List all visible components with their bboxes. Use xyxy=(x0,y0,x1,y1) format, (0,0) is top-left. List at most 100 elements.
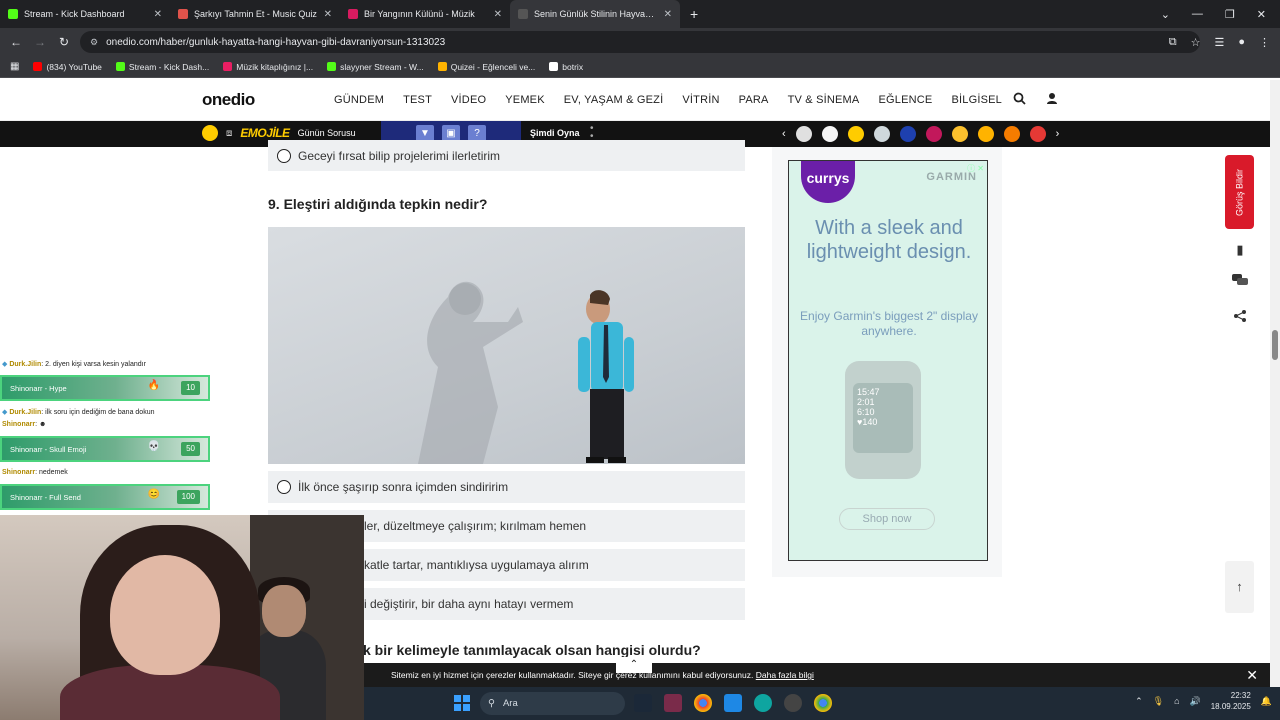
chrome-icon[interactable] xyxy=(694,694,712,712)
kick-icon xyxy=(115,62,125,71)
nav-gundem[interactable]: GÜNDEM xyxy=(334,94,384,106)
answer-option[interactable]: Geceyi fırsat bilip projelerimi ilerleti… xyxy=(268,140,745,171)
capcut-icon[interactable] xyxy=(664,694,682,712)
bookmark-item[interactable]: Quizei - Eğlenceli ve... xyxy=(437,62,535,72)
browser-tab[interactable]: Şarkıyı Tahmin Et - Music Quiz ✕ xyxy=(170,0,340,28)
category-icon[interactable] xyxy=(873,126,890,142)
emojile-logo[interactable]: EMOJİLE xyxy=(240,126,290,140)
nav-para[interactable]: PARA xyxy=(739,94,769,106)
scrollbar[interactable] xyxy=(1270,80,1280,690)
bookmarks-bar: ▦ (834) YouTube Stream - Kick Dash... Mü… xyxy=(0,56,1280,78)
category-icon[interactable] xyxy=(1003,126,1020,142)
puzzle-piece-icon[interactable]: ⧈ xyxy=(226,128,232,139)
alert-amount: 100 xyxy=(176,490,200,504)
category-icon[interactable] xyxy=(821,126,838,142)
bookmark-icon[interactable]: ▮ xyxy=(1229,239,1251,261)
browser-tab[interactable]: Bir Yangının Külünü - Müzik ✕ xyxy=(340,0,510,28)
maximize-icon[interactable]: ❐ xyxy=(1225,8,1235,21)
install-icon[interactable]: ⧉ xyxy=(1169,36,1177,49)
tray-chevron-icon[interactable]: ⌃ xyxy=(1135,696,1143,707)
taskbar-search[interactable]: ⚲ Ara xyxy=(480,692,625,715)
new-tab-button[interactable]: + xyxy=(680,6,708,22)
user-icon[interactable] xyxy=(1046,92,1058,108)
category-icon[interactable] xyxy=(925,126,942,142)
bookmark-label: (834) YouTube xyxy=(46,61,102,72)
onedio-logo[interactable]: onedio xyxy=(202,90,255,110)
chat-text: : nedemek xyxy=(35,469,68,476)
simdi-oyna-button[interactable]: Şimdi Oyna xyxy=(530,128,580,138)
radio-button[interactable] xyxy=(277,480,291,494)
bookmark-item[interactable]: slayyner Stream - W... xyxy=(327,62,424,72)
category-icon[interactable] xyxy=(795,126,812,142)
close-tab-icon[interactable]: ✕ xyxy=(664,9,672,20)
radio-button[interactable] xyxy=(277,148,291,163)
reload-icon[interactable]: ↻ xyxy=(52,35,76,49)
cookie-more-link[interactable]: Daha fazla bilgi xyxy=(756,670,814,680)
close-tab-icon[interactable]: ✕ xyxy=(154,9,162,20)
steam-icon[interactable] xyxy=(634,694,652,712)
mic-icon[interactable]: 🎙 xyxy=(1153,696,1164,707)
adchoices-icon[interactable]: ⓘ ✕ xyxy=(967,163,984,174)
search-icon[interactable] xyxy=(1013,92,1026,108)
forward-icon[interactable]: → xyxy=(28,35,52,49)
bookmark-item[interactable]: (834) YouTube xyxy=(33,61,102,72)
scrollbar-thumb[interactable] xyxy=(1272,330,1278,360)
shield-icon[interactable] xyxy=(724,694,742,712)
scroll-to-top-icon[interactable]: ↑ xyxy=(1225,561,1254,613)
bookmark-item[interactable]: botrix xyxy=(549,62,583,72)
nav-bilgisel[interactable]: BİLGİSEL xyxy=(951,94,1002,106)
network-icon[interactable]: ⌂ xyxy=(1174,696,1179,706)
bookmark-label: Stream - Kick Dash... xyxy=(128,61,210,72)
notification-icon[interactable]: 🔔 xyxy=(1261,696,1272,707)
minimize-icon[interactable]: — xyxy=(1192,8,1203,20)
windows-start-icon[interactable] xyxy=(454,695,470,711)
feedback-button[interactable]: Görüş Bildir xyxy=(1225,155,1254,229)
share-icon[interactable] xyxy=(1229,308,1251,330)
category-icon[interactable] xyxy=(899,126,916,142)
chevron-left-icon[interactable]: ‹ xyxy=(782,128,786,140)
nav-eglence[interactable]: EĞLENCE xyxy=(878,94,932,106)
category-icon[interactable] xyxy=(977,126,994,142)
chrome-icon[interactable] xyxy=(814,694,832,712)
close-tab-icon[interactable]: ✕ xyxy=(494,9,502,20)
answer-text: i değiştirir, bir daha aynı hatayı verme… xyxy=(364,597,574,611)
header-icons xyxy=(1013,92,1058,108)
cookie-text-1: Sitemiz en iyi hizmet için çerezler kull… xyxy=(391,670,614,680)
close-tab-icon[interactable]: ✕ xyxy=(324,9,332,20)
browser-tab-active[interactable]: Senin Günlük Stilinin Hayvan K... ✕ xyxy=(510,0,680,28)
apps-grid-icon[interactable]: ▦ xyxy=(10,61,19,72)
site-info-icon[interactable]: ⚙ xyxy=(90,37,98,48)
browser-tab[interactable]: Stream - Kick Dashboard ✕ xyxy=(0,0,170,28)
advertisement[interactable]: currys GARMIN ⓘ ✕ With a sleek and light… xyxy=(788,160,988,561)
profile-avatar-icon[interactable]: ● xyxy=(1238,36,1245,48)
nav-vitrin[interactable]: VİTRİN xyxy=(682,94,719,106)
nav-tv-sinema[interactable]: TV & SİNEMA xyxy=(788,94,860,106)
nav-yemek[interactable]: YEMEK xyxy=(505,94,545,106)
answer-option[interactable]: İlk önce şaşırıp sonra içimden sindiriri… xyxy=(268,471,745,503)
category-icon[interactable] xyxy=(847,126,864,142)
edge-icon[interactable] xyxy=(754,694,772,712)
menu-icon[interactable]: ⋮ xyxy=(1259,36,1270,49)
nav-video[interactable]: VİDEO xyxy=(451,94,486,106)
close-window-icon[interactable]: ✕ xyxy=(1257,8,1266,21)
more-dots-icon[interactable]: • • xyxy=(590,124,594,142)
address-bar[interactable]: ⚙ onedio.com/haber/gunluk-hayatta-hangi-… xyxy=(80,31,1200,53)
tab-search-icon[interactable]: ⌄ xyxy=(1161,8,1170,21)
obs-icon[interactable] xyxy=(784,694,802,712)
nav-test[interactable]: TEST xyxy=(403,94,432,106)
shop-now-button[interactable]: Shop now xyxy=(839,508,935,530)
nav-ev-yasam-gezi[interactable]: EV, YAŞAM & GEZİ xyxy=(564,94,664,106)
category-icon[interactable] xyxy=(1029,126,1046,142)
category-icon[interactable] xyxy=(951,126,968,142)
back-icon[interactable]: ← xyxy=(4,35,28,49)
bookmark-star-icon[interactable]: ☆ xyxy=(1191,36,1201,49)
chevron-right-icon[interactable]: › xyxy=(1056,128,1060,140)
clock[interactable]: 22:32 18.09.2025 xyxy=(1211,690,1251,712)
volume-icon[interactable]: 🔊 xyxy=(1190,696,1201,707)
close-icon[interactable]: ✕ xyxy=(1246,667,1258,684)
bookmark-item[interactable]: Müzik kitaplığınız |... xyxy=(223,62,313,72)
game-controller-icon[interactable] xyxy=(202,125,218,141)
bookmark-item[interactable]: Stream - Kick Dash... xyxy=(115,61,210,72)
comments-icon[interactable] xyxy=(1229,273,1251,295)
reading-list-icon[interactable]: ☰ xyxy=(1214,36,1224,49)
